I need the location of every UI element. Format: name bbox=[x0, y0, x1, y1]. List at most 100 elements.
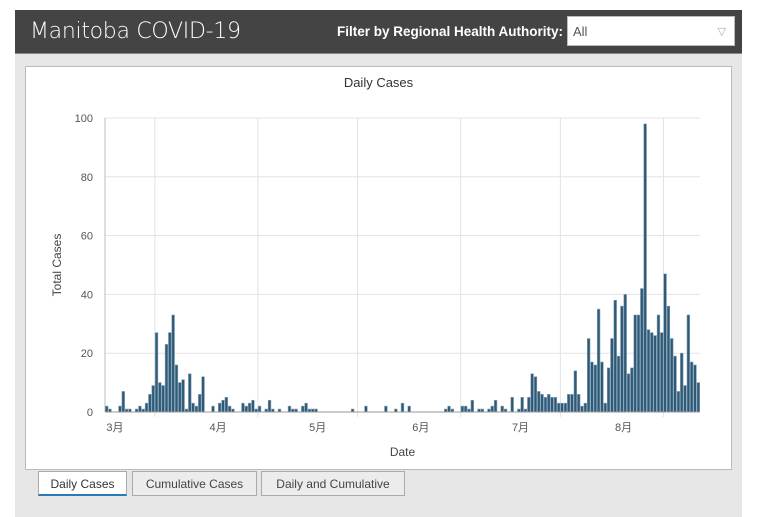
bar bbox=[118, 405, 122, 413]
bar bbox=[227, 405, 232, 413]
bar bbox=[686, 314, 691, 413]
bar bbox=[211, 405, 215, 413]
bar bbox=[138, 405, 142, 413]
bar bbox=[696, 382, 700, 413]
bar bbox=[600, 361, 604, 413]
bar bbox=[693, 364, 697, 413]
bar bbox=[188, 373, 192, 413]
y-tick-label: 80 bbox=[81, 172, 93, 184]
bar bbox=[573, 370, 578, 413]
bar bbox=[683, 385, 687, 413]
bar bbox=[593, 364, 597, 413]
bar bbox=[577, 394, 581, 413]
bar bbox=[191, 402, 195, 413]
bar bbox=[251, 399, 255, 413]
bar bbox=[470, 399, 474, 413]
bar bbox=[650, 332, 654, 413]
bar bbox=[407, 405, 411, 413]
bar bbox=[151, 385, 155, 413]
bar bbox=[500, 405, 504, 413]
bar bbox=[201, 376, 205, 413]
bar bbox=[676, 391, 681, 413]
bar bbox=[580, 405, 584, 413]
bar bbox=[660, 332, 664, 413]
bar bbox=[613, 299, 617, 413]
bar bbox=[636, 314, 641, 413]
x-tick-label: 5月 bbox=[309, 422, 326, 434]
bar bbox=[247, 402, 252, 413]
bar bbox=[168, 332, 172, 413]
bar bbox=[540, 394, 544, 413]
bar bbox=[626, 373, 631, 413]
x-tick-label: 6月 bbox=[412, 422, 429, 434]
bar bbox=[610, 338, 614, 413]
bar bbox=[583, 402, 587, 413]
bar bbox=[121, 391, 125, 413]
bar bbox=[623, 294, 627, 413]
bar bbox=[447, 405, 451, 413]
bar bbox=[144, 402, 149, 413]
daily-cases-chart: 0 20 40 60 80 100 3月 4月 5月 6月 7月 8月 Date Total Cases bbox=[50, 113, 700, 459]
bar bbox=[194, 405, 199, 413]
x-tick-label: 3月 bbox=[106, 422, 123, 434]
x-axis-label: Date bbox=[390, 445, 416, 459]
bar bbox=[301, 405, 305, 413]
bar bbox=[606, 367, 611, 413]
y-axis-label: Total Cases bbox=[50, 234, 64, 297]
bar bbox=[547, 394, 551, 413]
bar bbox=[553, 396, 558, 413]
bar bbox=[643, 123, 647, 413]
bar bbox=[596, 308, 601, 413]
bar bbox=[218, 402, 222, 413]
bar bbox=[460, 405, 464, 413]
bar bbox=[244, 405, 248, 413]
bar bbox=[567, 394, 571, 413]
tab-daily-and-cumulative[interactable]: Daily and Cumulative bbox=[261, 471, 405, 496]
x-tick-label: 4月 bbox=[209, 422, 226, 434]
bar bbox=[105, 405, 109, 413]
bar bbox=[527, 396, 531, 413]
bar bbox=[267, 399, 272, 413]
bar bbox=[543, 396, 548, 413]
y-tick-label: 20 bbox=[81, 348, 93, 360]
bar bbox=[666, 305, 671, 413]
tab-daily-cases[interactable]: Daily Cases bbox=[38, 471, 127, 496]
x-tick-label: 7月 bbox=[512, 422, 529, 434]
bar bbox=[656, 314, 661, 413]
bar bbox=[158, 382, 162, 413]
bar bbox=[646, 329, 651, 413]
bar bbox=[510, 396, 514, 413]
bar bbox=[304, 402, 308, 413]
bar bbox=[663, 273, 667, 413]
bar bbox=[550, 396, 554, 413]
bar bbox=[198, 394, 202, 413]
bar bbox=[174, 364, 179, 413]
bar bbox=[557, 402, 561, 413]
bar bbox=[221, 399, 225, 413]
bar bbox=[537, 391, 541, 413]
bar bbox=[633, 314, 637, 413]
bar bbox=[490, 405, 494, 413]
bar bbox=[563, 402, 568, 413]
bar bbox=[241, 402, 245, 413]
bar bbox=[530, 373, 534, 413]
y-tick-label: 40 bbox=[81, 289, 93, 301]
bar bbox=[224, 396, 228, 413]
tab-cumulative-cases[interactable]: Cumulative Cases bbox=[132, 471, 257, 496]
bar bbox=[590, 361, 594, 413]
bar bbox=[178, 382, 182, 413]
bar bbox=[603, 402, 607, 413]
bar bbox=[616, 355, 621, 413]
bar bbox=[287, 405, 292, 413]
bar bbox=[257, 405, 262, 413]
bar bbox=[630, 367, 634, 413]
bar bbox=[400, 402, 405, 413]
bar bbox=[171, 314, 175, 413]
bar bbox=[670, 338, 674, 413]
bar bbox=[673, 355, 677, 413]
y-tick-label: 60 bbox=[81, 231, 93, 243]
bar bbox=[148, 394, 152, 413]
bar bbox=[570, 394, 574, 413]
bar bbox=[520, 396, 524, 413]
bar bbox=[620, 305, 624, 413]
